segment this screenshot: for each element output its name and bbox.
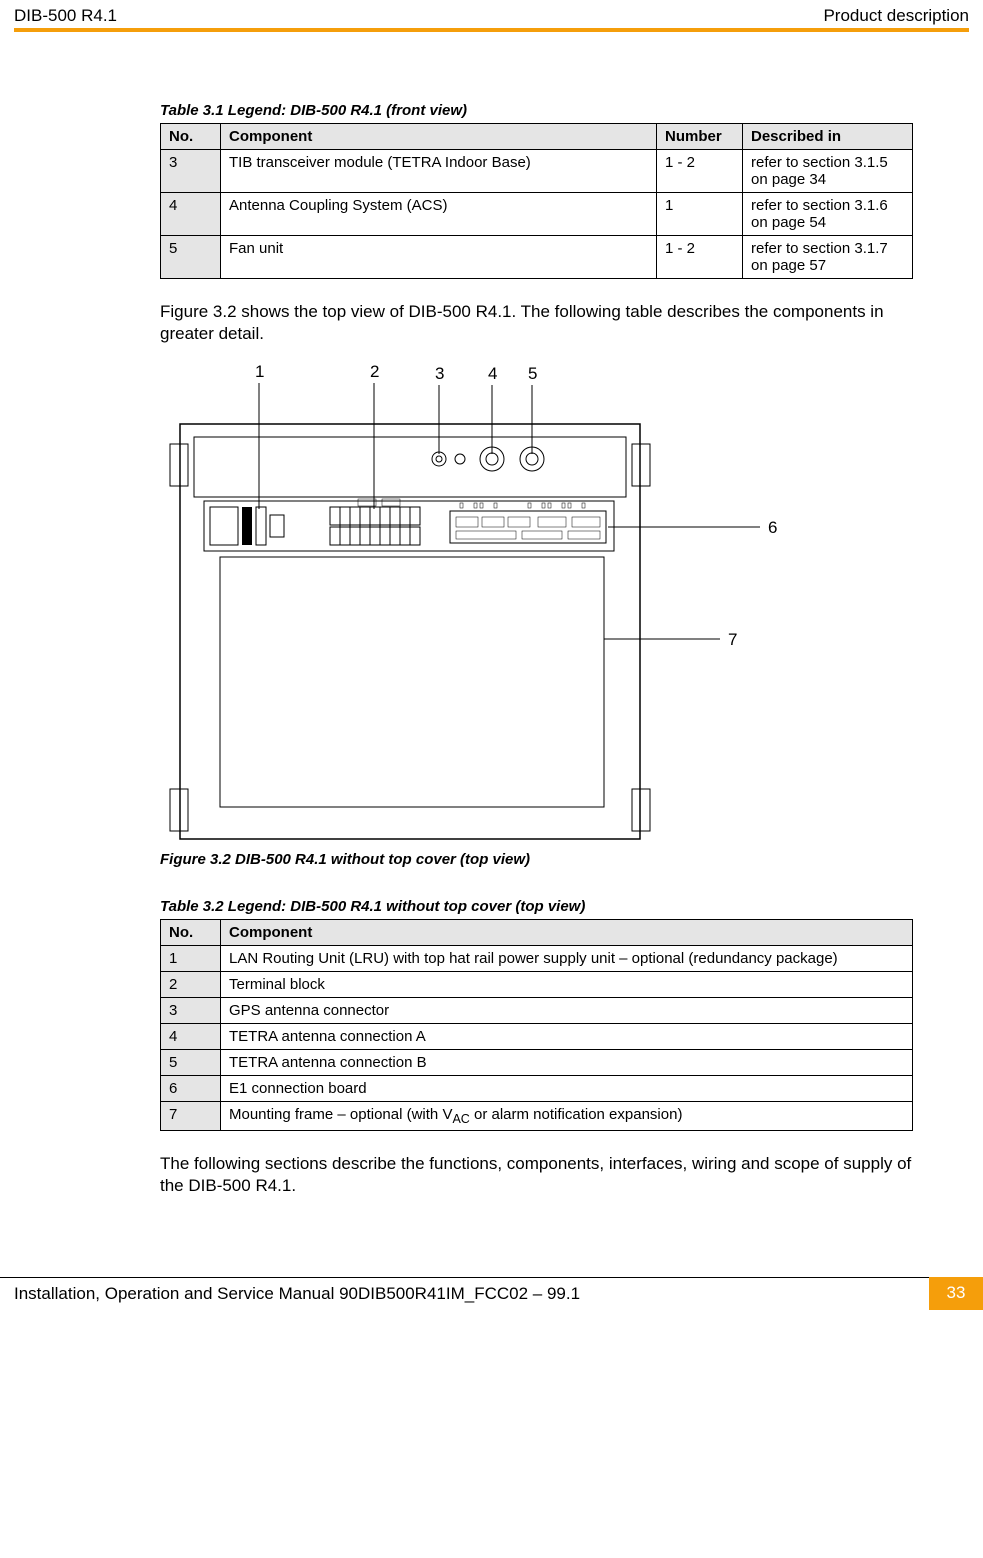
cell-component: TETRA antenna connection B <box>221 1050 913 1076</box>
paragraph-outro: The following sections describe the func… <box>160 1153 913 1197</box>
cell-number: 1 - 2 <box>657 236 743 279</box>
table-3-2: No. Component 1 LAN Routing Unit (LRU) w… <box>160 919 913 1131</box>
table-row: 5 Fan unit 1 - 2 refer to section 3.1.7 … <box>161 236 913 279</box>
cell-component: TETRA antenna connection A <box>221 1024 913 1050</box>
table-row: 4 Antenna Coupling System (ACS) 1 refer … <box>161 193 913 236</box>
cell-component: E1 connection board <box>221 1076 913 1102</box>
footer-page-number: 33 <box>929 1277 983 1310</box>
col-header-described: Described in <box>743 124 913 150</box>
table-row: 4 TETRA antenna connection A <box>161 1024 913 1050</box>
col-header-no: No. <box>161 124 221 150</box>
cell-no: 6 <box>161 1076 221 1102</box>
cell-component: Terminal block <box>221 972 913 998</box>
callout-1: 1 <box>255 362 264 381</box>
col-header-component: Component <box>221 124 657 150</box>
callout-6: 6 <box>768 518 777 537</box>
table-row: 2 Terminal block <box>161 972 913 998</box>
col-header-no: No. <box>161 920 221 946</box>
table-row: 5 TETRA antenna connection B <box>161 1050 913 1076</box>
callout-7: 7 <box>728 630 737 649</box>
table-3-2-caption: Table 3.2 Legend: DIB-500 R4.1 without t… <box>160 898 913 915</box>
cell-no: 1 <box>161 946 221 972</box>
table-row: 7 Mounting frame – optional (with VAC or… <box>161 1102 913 1131</box>
figure-3-2-caption: Figure 3.2 DIB-500 R4.1 without top cove… <box>160 851 913 868</box>
cell-no: 4 <box>161 1024 221 1050</box>
col-header-number: Number <box>657 124 743 150</box>
diagram-top-view: 1 2 3 4 5 <box>160 359 800 849</box>
figure-3-2: 1 2 3 4 5 <box>160 359 913 868</box>
table-3-1: No. Component Number Described in 3 TIB … <box>160 123 913 279</box>
paragraph-intro: Figure 3.2 shows the top view of DIB-500… <box>160 301 913 345</box>
table-row: 6 E1 connection board <box>161 1076 913 1102</box>
page-content: Table 3.1 Legend: DIB-500 R4.1 (front vi… <box>0 32 983 1197</box>
cell-component: Fan unit <box>221 236 657 279</box>
table-row: 1 LAN Routing Unit (LRU) with top hat ra… <box>161 946 913 972</box>
page-header: DIB-500 R4.1 Product description <box>0 0 983 28</box>
cell-number: 1 <box>657 193 743 236</box>
cell-component: Antenna Coupling System (ACS) <box>221 193 657 236</box>
cell-no: 2 <box>161 972 221 998</box>
callout-5: 5 <box>528 364 537 383</box>
header-right: Product description <box>823 6 969 26</box>
cell-described: refer to section 3.1.6 on page 54 <box>743 193 913 236</box>
cell-no: 3 <box>161 150 221 193</box>
callout-2: 2 <box>370 362 379 381</box>
table-header-row: No. Component <box>161 920 913 946</box>
cell-component: LAN Routing Unit (LRU) with top hat rail… <box>221 946 913 972</box>
table-header-row: No. Component Number Described in <box>161 124 913 150</box>
cell-no: 5 <box>161 236 221 279</box>
cell-number: 1 - 2 <box>657 150 743 193</box>
footer-left: Installation, Operation and Service Manu… <box>0 1277 929 1310</box>
page-footer: Installation, Operation and Service Manu… <box>0 1277 983 1310</box>
cell-no: 3 <box>161 998 221 1024</box>
cell-component: GPS antenna connector <box>221 998 913 1024</box>
table-row: 3 TIB transceiver module (TETRA Indoor B… <box>161 150 913 193</box>
cell-described: refer to section 3.1.7 on page 57 <box>743 236 913 279</box>
cell-no: 7 <box>161 1102 221 1131</box>
cell-component: TIB transceiver module (TETRA Indoor Bas… <box>221 150 657 193</box>
cell-component: Mounting frame – optional (with VAC or a… <box>221 1102 913 1131</box>
header-left: DIB-500 R4.1 <box>14 6 117 26</box>
cell-described: refer to section 3.1.5 on page 34 <box>743 150 913 193</box>
cell-no: 5 <box>161 1050 221 1076</box>
callout-4: 4 <box>488 364 497 383</box>
callout-3: 3 <box>435 364 444 383</box>
col-header-component: Component <box>221 920 913 946</box>
cell-no: 4 <box>161 193 221 236</box>
table-row: 3 GPS antenna connector <box>161 998 913 1024</box>
table-3-1-caption: Table 3.1 Legend: DIB-500 R4.1 (front vi… <box>160 102 913 119</box>
